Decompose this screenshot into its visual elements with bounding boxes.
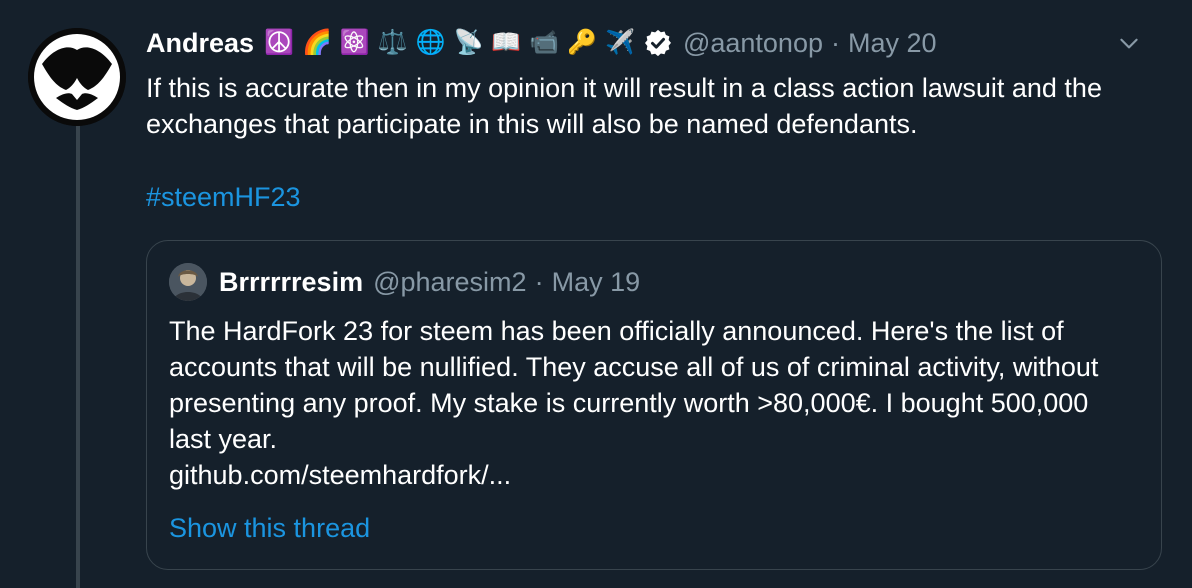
quoted-tweet-header: Brrrrrresim @pharesim2 · May 19 <box>169 263 640 301</box>
name-emoji: ✈️ <box>605 29 635 56</box>
separator-dot: · <box>830 27 840 58</box>
author-avatar[interactable] <box>28 28 126 126</box>
name-emoji: 🌈 <box>301 29 332 56</box>
separator-dot: · <box>534 266 544 297</box>
name-emoji: ⚛️ <box>339 29 370 56</box>
quoted-tweet-body: The HardFork 23 for steem has been offic… <box>169 313 1129 493</box>
quoted-tweet-date[interactable]: May 19 <box>552 267 641 298</box>
name-emoji: 🌐 <box>415 29 446 56</box>
verified-badge-icon <box>644 29 671 57</box>
tweet-date[interactable]: May 20 <box>848 28 937 59</box>
chevron-down-icon[interactable] <box>1116 30 1142 56</box>
quoted-author-name[interactable]: Brrrrrresim <box>219 267 363 298</box>
tweet-header: Andreas ☮️ 🌈 ⚛️ ⚖️ 🌐 📡 📖 📹 🔑 ✈️ @aantono… <box>146 24 1162 62</box>
author-name[interactable]: Andreas <box>146 28 254 59</box>
name-emoji: ⚖️ <box>377 29 408 56</box>
name-emoji: 🔑 <box>567 29 598 56</box>
quoted-author-avatar[interactable] <box>169 263 207 301</box>
quoted-tweet[interactable]: Brrrrrresim @pharesim2 · May 19 The Hard… <box>146 240 1162 570</box>
name-emoji: 📖 <box>491 29 522 56</box>
quoted-author-handle[interactable]: @pharesim2 <box>373 267 526 298</box>
name-emoji: 📡 <box>453 29 484 56</box>
tweet-text: If this is accurate then in my opinion i… <box>146 73 1102 139</box>
author-handle[interactable]: @aantonop <box>683 28 823 59</box>
quoted-tweet-link[interactable]: github.com/steemhardfork/... <box>169 457 1129 493</box>
show-thread-link[interactable]: Show this thread <box>169 513 370 544</box>
hashtag-link[interactable]: #steemHF23 <box>146 182 301 213</box>
name-emoji: 📹 <box>529 29 560 56</box>
name-emoji: ☮️ <box>264 29 294 56</box>
thread-connector-line <box>76 120 80 588</box>
quoted-tweet-text: The HardFork 23 for steem has been offic… <box>169 316 1099 454</box>
